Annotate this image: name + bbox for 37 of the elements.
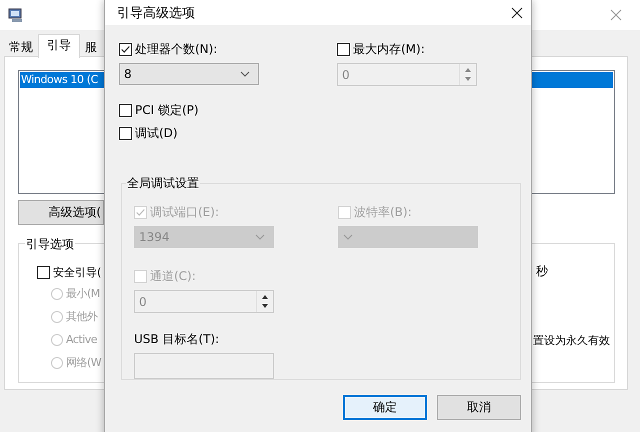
radio-label: 最小(M: [66, 286, 100, 301]
permanent-note: 置设为永久有效: [533, 333, 610, 348]
usb-target-field[interactable]: [134, 353, 274, 379]
checkbox[interactable]: [37, 266, 50, 278]
checkbox[interactable]: [337, 42, 350, 56]
dialog-button[interactable]: 取消: [437, 395, 521, 420]
chevron-down-icon: [343, 234, 353, 240]
checkbox[interactable]: [119, 104, 132, 116]
chevron-down-icon: [255, 234, 265, 240]
tab[interactable]: 服: [80, 36, 102, 56]
checkbox[interactable]: [119, 126, 132, 140]
dialog-button[interactable]: 确定: [343, 395, 427, 420]
chevron-down-icon: [240, 71, 250, 77]
checkbox[interactable]: [119, 42, 132, 56]
close-icon[interactable]: [511, 6, 523, 18]
computer-icon: [8, 7, 24, 23]
radio-label: 网络(W: [66, 355, 102, 370]
checkbox-label: 处理器个数(N):: [135, 40, 218, 58]
seconds-label: 秒: [536, 263, 548, 280]
radio-label: Active: [66, 333, 98, 346]
checkbox-label: 调试(D): [135, 124, 178, 142]
tab[interactable]: 引导: [38, 34, 80, 58]
processor-count-dropdown[interactable]: 8: [119, 63, 259, 85]
checkbox-label: 安全引导(: [53, 264, 102, 280]
checkbox-label: 波特率(B):: [354, 204, 412, 220]
radio-label: 其他外: [66, 309, 98, 324]
dialog-title: 引导高级选项: [117, 4, 195, 22]
advanced-options-button[interactable]: 高级选项(: [18, 200, 104, 225]
spin-up-icon[interactable]: [262, 295, 268, 299]
checkbox-label: 通道(C):: [150, 268, 196, 284]
checkbox-label: 最大内存(M):: [353, 40, 425, 58]
spin-down-icon[interactable]: [262, 304, 268, 308]
field-label: USB 目标名(T):: [134, 331, 220, 347]
tab[interactable]: 常规: [4, 36, 38, 56]
checkbox-label: 调试端口(E):: [150, 204, 219, 220]
group-title: 引导选项: [25, 236, 75, 253]
checkbox-label: PCI 锁定(P): [135, 102, 199, 118]
